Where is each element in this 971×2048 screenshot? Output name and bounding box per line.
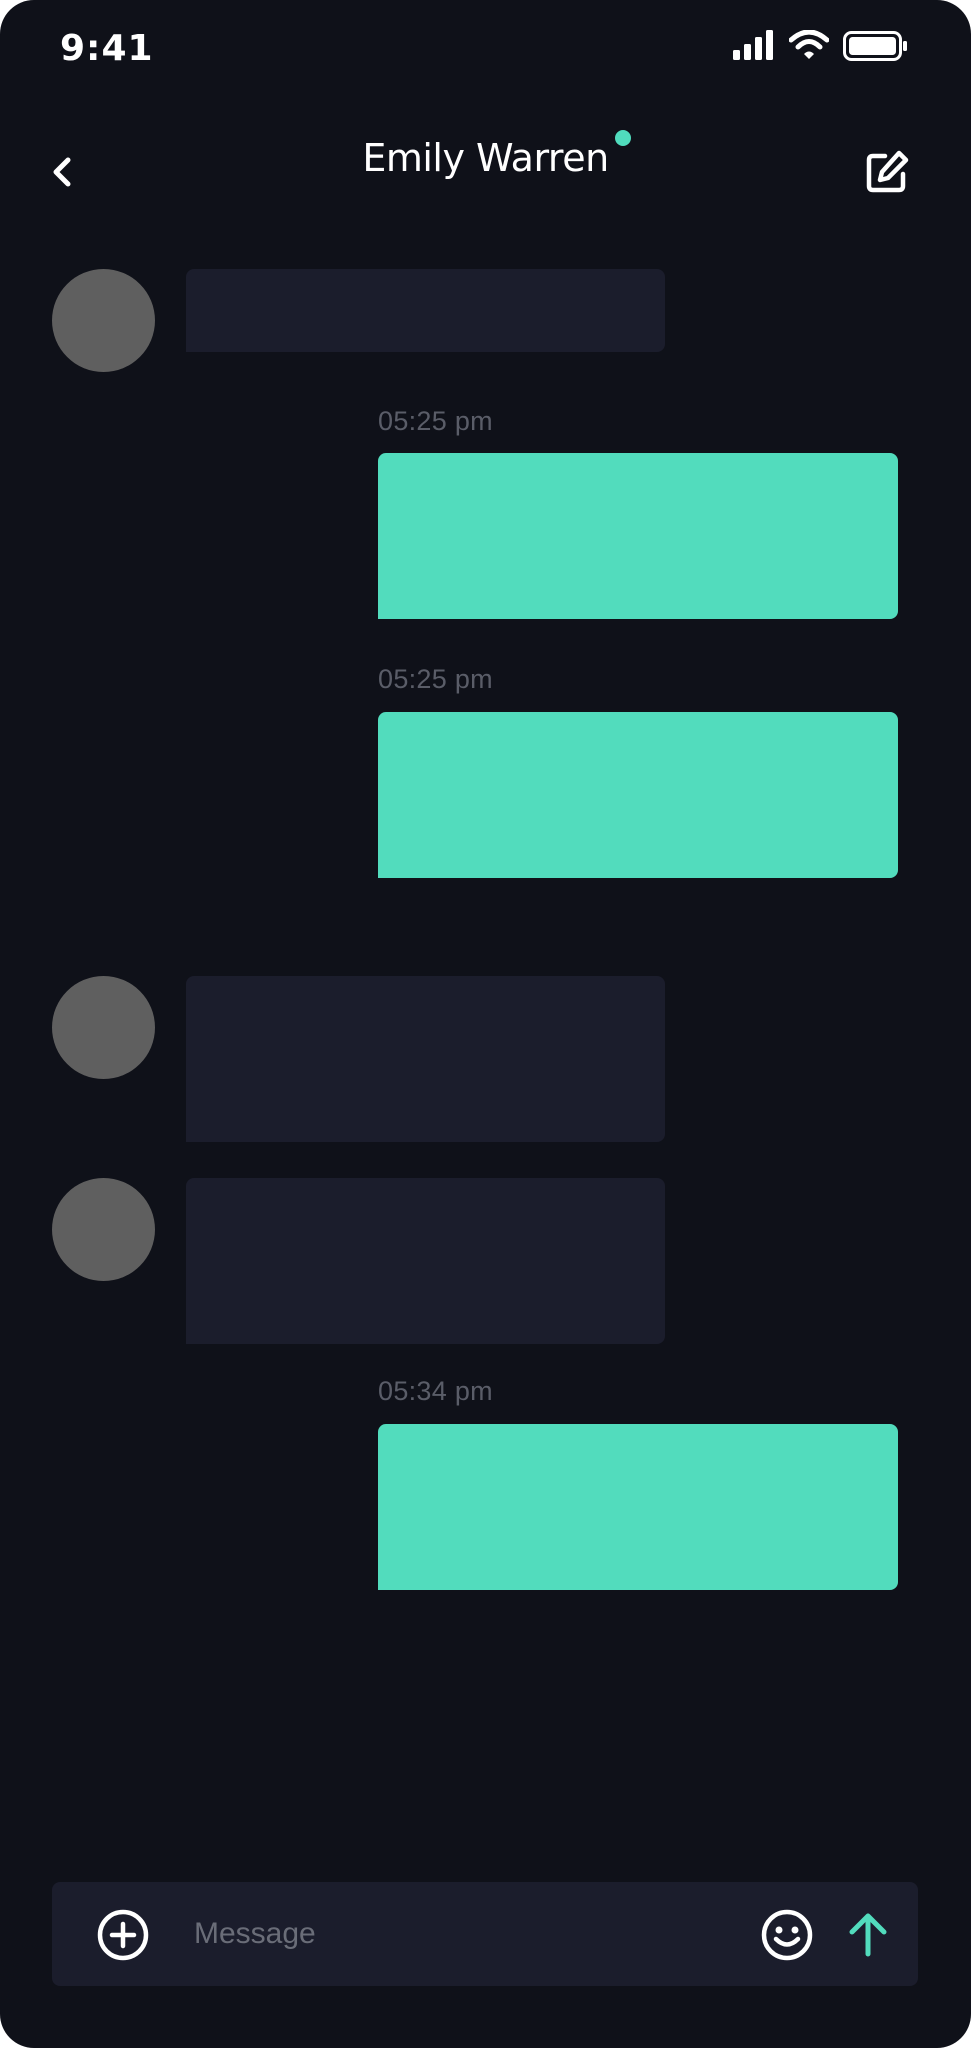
compose-icon — [866, 150, 909, 193]
online-status-indicator — [614, 130, 631, 146]
outgoing-message-bubble[interactable] — [378, 1424, 898, 1590]
wifi-icon — [788, 29, 830, 65]
compose-button[interactable] — [863, 148, 911, 196]
contact-name: Emily Warren — [362, 136, 609, 180]
outgoing-message-bubble[interactable] — [378, 453, 898, 619]
emoji-button[interactable] — [760, 1908, 814, 1962]
chat-screen: 9:41 Emily Warren 05:25 pm 05:25 pm 05:3… — [0, 0, 971, 2048]
message-timestamp: 05:25 pm — [378, 406, 493, 436]
signal-icon — [733, 30, 777, 65]
contact-avatar[interactable] — [52, 269, 155, 372]
outgoing-message-bubble[interactable] — [378, 712, 898, 878]
message-composer — [52, 1882, 918, 1986]
header: Emily Warren — [0, 130, 971, 196]
message-timestamp: 05:34 pm — [378, 1376, 493, 1406]
incoming-message-bubble[interactable] — [186, 976, 665, 1142]
battery-icon — [843, 30, 909, 67]
contact-avatar[interactable] — [52, 976, 155, 1079]
status-icons — [733, 29, 909, 67]
plus-circle-icon — [97, 1909, 149, 1961]
arrow-up-icon — [849, 1913, 887, 1957]
message-input[interactable] — [194, 1904, 754, 1964]
incoming-message-bubble[interactable] — [186, 1178, 665, 1344]
message-timestamp: 05:25 pm — [378, 664, 493, 694]
contact-name-wrapper[interactable]: Emily Warren — [362, 130, 631, 180]
contact-avatar[interactable] — [52, 1178, 155, 1281]
add-attachment-button[interactable] — [96, 1908, 150, 1962]
smiley-icon — [761, 1909, 813, 1961]
status-time: 9:41 — [60, 28, 154, 69]
send-button[interactable] — [842, 1908, 894, 1960]
incoming-message-bubble[interactable] — [186, 269, 665, 352]
